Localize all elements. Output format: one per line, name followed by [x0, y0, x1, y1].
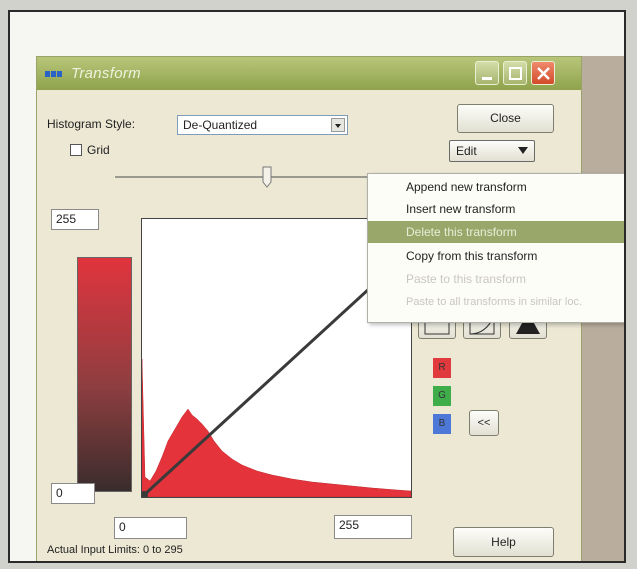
screenshot-frame: Transform Histogram Style: De-Quantized … [8, 10, 626, 563]
channel-r-chip[interactable]: R [433, 358, 451, 378]
input-limits-status: Actual Input Limits: 0 to 295 [47, 544, 183, 556]
transform-curve[interactable] [142, 275, 384, 497]
histogram-style-select[interactable]: De-Quantized [177, 115, 348, 135]
maximize-icon [509, 67, 522, 80]
channel-g-chip[interactable]: G [433, 386, 451, 406]
input-max-field[interactable]: 255 [334, 515, 412, 539]
app-icon [45, 71, 62, 77]
slider-thumb [262, 166, 272, 188]
help-button[interactable]: Help [453, 527, 554, 557]
histogram-style-label: Histogram Style: [47, 117, 136, 131]
context-menu: Append new transform Insert new transfor… [367, 173, 624, 323]
output-max-field[interactable]: 255 [51, 209, 99, 230]
grid-label: Grid [87, 143, 110, 157]
output-min-field[interactable]: 0 [51, 483, 95, 504]
menu-item-paste-all[interactable]: Paste to all transforms in similar loc. [368, 291, 624, 313]
minimize-button[interactable] [475, 61, 499, 85]
output-gradient-bar [77, 257, 132, 492]
histogram-area [141, 358, 412, 498]
menu-item-append[interactable]: Append new transform [368, 176, 624, 198]
close-icon [537, 67, 550, 80]
menu-item-paste[interactable]: Paste to this transform [368, 268, 624, 290]
edit-button[interactable]: Edit [449, 140, 535, 162]
menu-item-insert[interactable]: Insert new transform [368, 198, 624, 220]
chevron-down-icon [335, 124, 341, 128]
collapse-button[interactable]: << [469, 410, 499, 436]
grid-checkbox[interactable] [70, 144, 82, 156]
maximize-button[interactable] [503, 61, 527, 85]
histogram-style-value: De-Quantized [183, 118, 258, 132]
title-bar[interactable]: Transform [37, 57, 581, 90]
close-window-button[interactable] [531, 61, 555, 85]
channel-b-chip[interactable]: B [433, 414, 451, 434]
input-min-field[interactable]: 0 [114, 517, 187, 539]
window-title: Transform [71, 65, 141, 82]
edit-label: Edit [456, 144, 477, 158]
dropdown-arrow[interactable] [331, 118, 345, 132]
menu-item-copy[interactable]: Copy from this transform [368, 245, 624, 267]
menu-item-delete[interactable]: Delete this transform [368, 221, 624, 243]
close-button[interactable]: Close [457, 104, 554, 133]
minimize-icon [482, 77, 492, 80]
chevron-down-icon [518, 147, 528, 154]
